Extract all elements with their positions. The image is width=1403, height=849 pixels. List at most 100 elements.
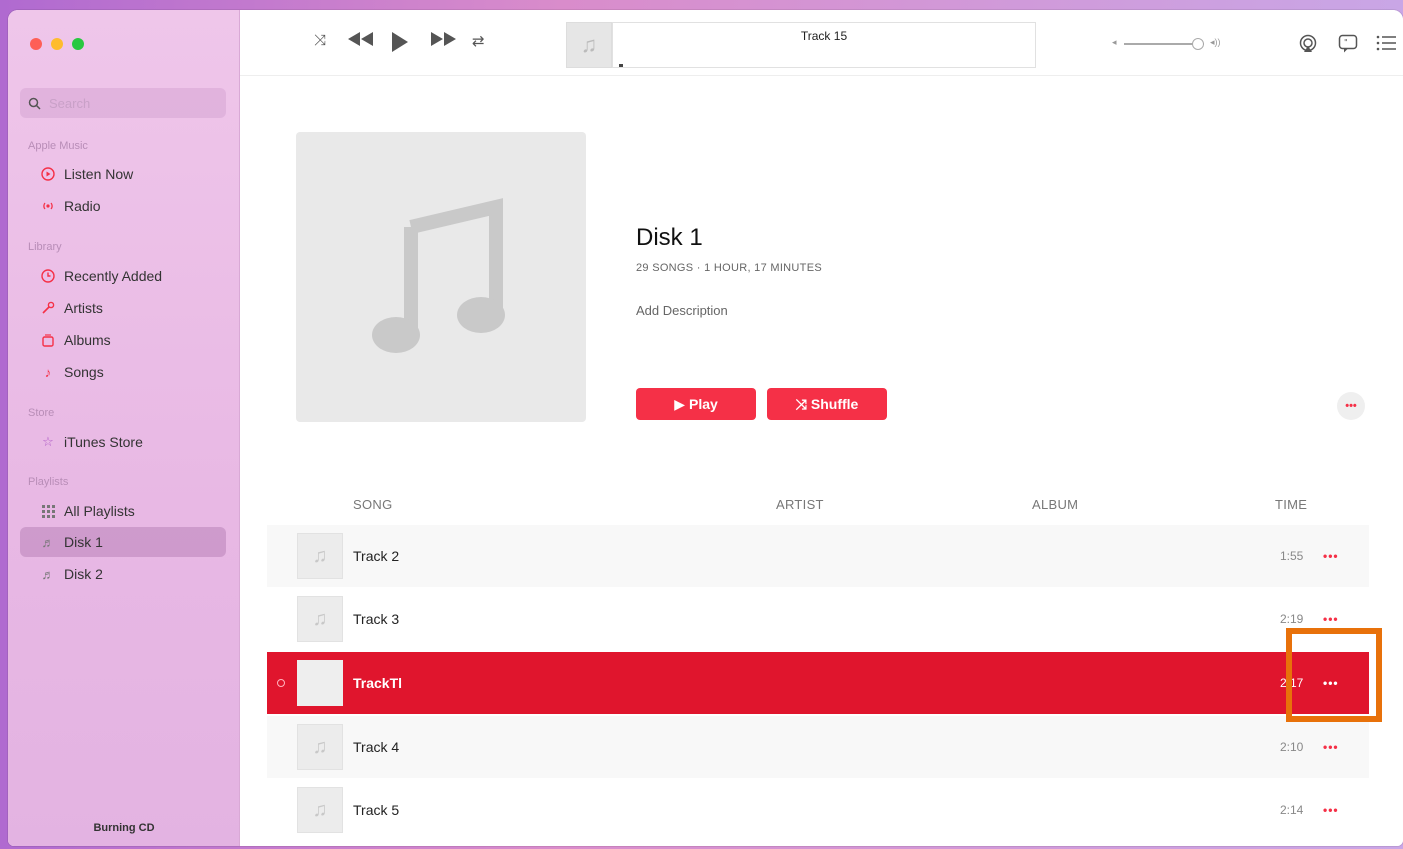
track-title: Track 2 — [353, 548, 400, 564]
sidebar-item-disk-2[interactable]: ♬ Disk 2 — [20, 559, 226, 589]
now-playing-display[interactable]: Track 15 — [612, 22, 1036, 68]
add-description-link[interactable]: Add Description — [636, 303, 728, 318]
table-row[interactable]: ♫ Track 3 2:19 ••• — [267, 588, 1369, 650]
column-header-artist[interactable]: ARTIST — [776, 497, 824, 512]
sidebar-item-songs[interactable]: ♪ Songs — [20, 357, 226, 387]
zoom-window-button[interactable] — [72, 38, 84, 50]
previous-icon[interactable] — [348, 32, 374, 46]
table-row[interactable]: ♫ Track 2 1:55 ••• — [267, 525, 1369, 587]
track-more-button[interactable]: ••• — [1323, 676, 1339, 690]
sidebar-item-label: Recently Added — [64, 268, 163, 284]
sidebar-item-label: Listen Now — [64, 166, 134, 182]
volume-high-icon: ◂)) — [1210, 37, 1221, 47]
sidebar-item-listen-now[interactable]: Listen Now — [20, 159, 226, 189]
column-header-time[interactable]: TIME — [1275, 497, 1307, 512]
track-title: Track 5 — [353, 802, 400, 818]
music-window: Search Apple Music Listen Now Radio Libr… — [8, 10, 1403, 846]
playback-progress[interactable] — [619, 64, 623, 67]
sidebar-item-label: Disk 1 — [64, 534, 103, 550]
track-artwork: ♫ — [297, 724, 343, 770]
track-title: TrackTl — [353, 675, 403, 691]
album-artwork — [296, 132, 586, 422]
music-note-icon: ♫ — [312, 735, 328, 758]
listen-now-icon — [40, 166, 56, 182]
table-row[interactable]: ♫ Track 4 2:10 ••• — [267, 716, 1369, 778]
section-library: Library — [28, 241, 62, 253]
sidebar-item-label: Radio — [64, 198, 101, 214]
column-header-album[interactable]: ALBUM — [1032, 497, 1078, 512]
music-note-icon: ♫ — [312, 544, 328, 567]
volume-knob[interactable] — [1192, 38, 1204, 50]
music-note-icon: ♫ — [580, 32, 598, 57]
music-note-icon: ♪ — [44, 364, 52, 380]
play-icon[interactable] — [392, 32, 408, 52]
play-button-label: Play — [688, 396, 718, 412]
sidebar-item-label: Disk 2 — [64, 566, 103, 582]
burning-status: Burning CD — [93, 822, 155, 834]
minimize-window-button[interactable] — [51, 38, 63, 50]
now-playing-title: Track 15 — [800, 29, 848, 43]
track-more-button[interactable]: ••• — [1323, 549, 1339, 563]
sidebar-item-albums[interactable]: Albums — [20, 325, 226, 355]
playlist-icon: ♬ — [41, 534, 55, 550]
album-more-button[interactable]: ••• — [1337, 392, 1365, 420]
search-icon — [28, 97, 41, 110]
lyrics-icon[interactable]: " — [1338, 34, 1358, 54]
sidebar-item-artists[interactable]: Artists — [20, 293, 226, 323]
album-meta: 29 SONGS · 1 HOUR, 17 MINUTES — [636, 262, 822, 274]
column-header-song[interactable]: SONG — [353, 497, 392, 512]
track-artwork: ♫ — [297, 596, 343, 642]
sidebar-item-radio[interactable]: Radio — [20, 191, 226, 221]
play-button[interactable]: ▶ Play — [636, 388, 756, 420]
now-playing-artwork: ♫ — [566, 22, 612, 68]
playing-indicator-icon — [277, 679, 285, 687]
grid-icon — [40, 503, 56, 519]
track-artwork: ♫ — [297, 533, 343, 579]
sidebar-item-itunes-store[interactable]: ☆ iTunes Store — [20, 427, 226, 457]
window-controls — [30, 38, 84, 50]
main-content: Disk 1 29 SONGS · 1 HOUR, 17 MINUTES Add… — [240, 76, 1403, 846]
table-row[interactable]: ♫ Track 5 2:14 ••• — [267, 779, 1369, 841]
track-time: 2:17 — [1280, 676, 1304, 690]
queue-icon[interactable] — [1376, 34, 1396, 52]
track-more-button[interactable]: ••• — [1323, 740, 1339, 754]
sidebar-item-all-playlists[interactable]: All Playlists — [20, 496, 226, 526]
track-time: 2:14 — [1280, 803, 1304, 817]
shuffle-button-label: Shuffle — [810, 396, 859, 412]
sidebar-item-label: Albums — [64, 332, 111, 348]
section-playlists: Playlists — [28, 476, 69, 488]
music-note-icon — [372, 198, 505, 353]
music-note-icon: ♫ — [312, 607, 328, 630]
star-icon: ☆ — [42, 434, 54, 449]
sidebar-item-label: All Playlists — [64, 503, 135, 519]
track-title: Track 4 — [353, 739, 400, 755]
search-input[interactable]: Search — [20, 88, 226, 118]
repeat-icon[interactable]: ⇄ — [472, 32, 485, 50]
track-title: Track 3 — [353, 611, 400, 627]
volume-slider[interactable]: ◂ ◂)) — [1112, 37, 1232, 50]
album-icon — [40, 332, 56, 348]
track-time: 2:19 — [1280, 612, 1304, 626]
next-icon[interactable] — [430, 32, 456, 46]
track-more-button[interactable]: ••• — [1323, 612, 1339, 626]
track-artwork: ♫ — [297, 787, 343, 833]
volume-low-icon: ◂ — [1112, 37, 1117, 47]
section-apple-music: Apple Music — [28, 140, 88, 152]
playlist-icon: ♬ — [41, 566, 55, 582]
shuffle-button[interactable]: ⤨ Shuffle — [767, 388, 887, 420]
track-more-button[interactable]: ••• — [1323, 803, 1339, 817]
shuffle-icon[interactable]: ⤨ — [314, 32, 326, 49]
table-row-selected[interactable]: TrackTl 2:17 ••• — [267, 652, 1369, 714]
airplay-icon[interactable] — [1298, 34, 1318, 54]
sidebar-item-recently-added[interactable]: Recently Added — [20, 261, 226, 291]
svg-text:": " — [1344, 38, 1348, 47]
search-placeholder: Search — [49, 95, 91, 111]
sidebar-item-label: Songs — [64, 364, 104, 380]
toolbar: ⤨ ⇄ ♫ Track 15 ◂ ◂)) " — [240, 10, 1403, 76]
sidebar-item-disk-1[interactable]: ♬ Disk 1 — [20, 527, 226, 557]
play-icon: ▶ — [674, 395, 685, 412]
close-window-button[interactable] — [30, 38, 42, 50]
sidebar-item-label: iTunes Store — [64, 434, 143, 450]
sidebar: Search Apple Music Listen Now Radio Libr… — [8, 10, 240, 846]
track-time: 2:10 — [1280, 740, 1304, 754]
